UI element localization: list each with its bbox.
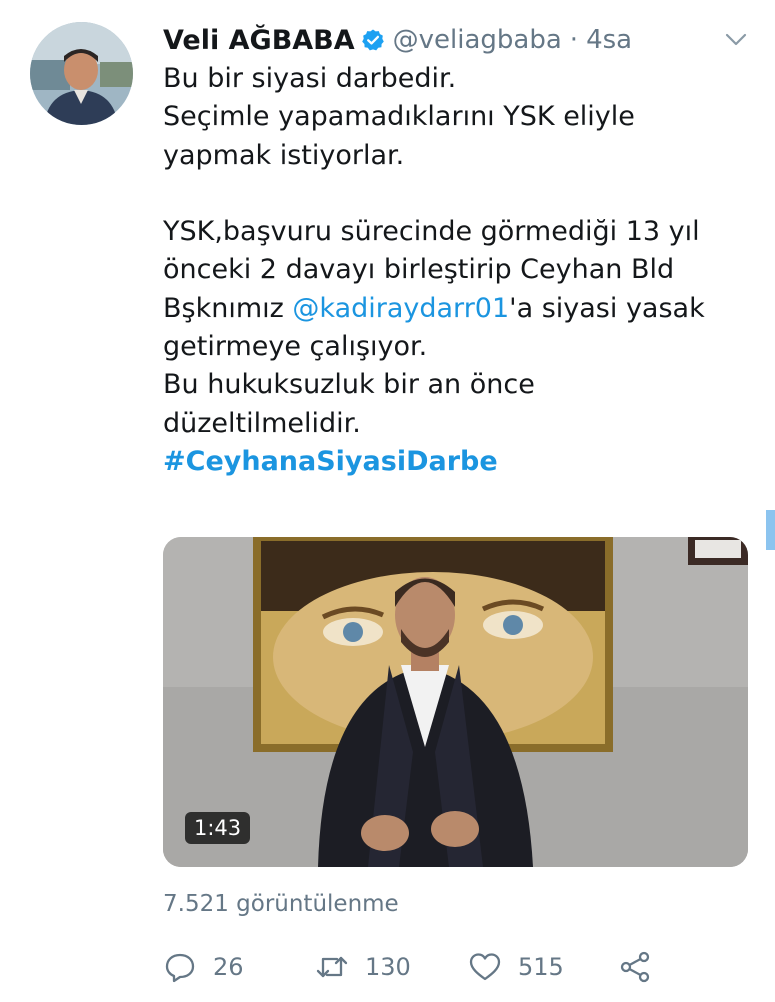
tweet-text-line-with-mention: Bşknımız @kadiraydarr01'a siyasi yasak — [163, 290, 753, 328]
video-player[interactable]: 1:43 — [163, 537, 748, 867]
tweet-text-line: Bu bir siyasi darbedir. — [163, 63, 457, 94]
tweet-text-line: düzeltilmelidir. — [163, 407, 361, 439]
reply-count: 26 — [213, 953, 244, 981]
tweet: Veli AĞBABA @veliagbaba · 4sa Bu bir siy… — [0, 0, 775, 1002]
avatar-image — [30, 22, 133, 125]
scroll-indicator — [766, 510, 775, 550]
reply-button[interactable]: 26 — [163, 945, 244, 989]
view-count: 7.521 görüntülenme — [163, 891, 399, 917]
hashtag-link[interactable]: #CeyhanaSiyasiDarbe — [163, 443, 753, 481]
like-count: 515 — [518, 953, 564, 981]
tweet-timestamp[interactable]: 4sa — [586, 25, 632, 55]
tweet-text-line: getirmeye çalışıyor. — [163, 331, 428, 363]
heart-icon — [469, 953, 501, 981]
tweet-text-line: YSK,başvuru sürecinde görmediği 13 yıl — [163, 216, 700, 248]
tweet-text-line: Seçimle yapamadıklarını YSK eliyle — [163, 101, 635, 133]
verified-badge-icon — [361, 28, 385, 52]
tweet-actions-bar: 26 130 515 — [163, 945, 683, 989]
mention-link[interactable]: @kadiraydarr01 — [292, 293, 509, 324]
retweet-button[interactable]: 130 — [315, 945, 411, 989]
author-handle[interactable]: @veliagbaba — [393, 25, 562, 55]
reply-icon — [165, 953, 195, 983]
tweet-header: Veli AĞBABA @veliagbaba · 4sa — [163, 20, 751, 60]
video-duration-badge: 1:43 — [185, 812, 251, 844]
tweet-text-fragment: Bşknımız — [163, 292, 293, 324]
tweet-text-line: Bu hukuksuzluk bir an önce — [163, 369, 535, 401]
tweet-text-fragment: 'a siyasi yasak — [509, 292, 705, 324]
tweet-text-line: önceki 2 davayı birleştirip Ceyhan Bld — [163, 254, 675, 286]
separator-dot: · — [569, 25, 579, 55]
retweet-count: 130 — [365, 953, 411, 981]
video-thumbnail — [163, 537, 748, 867]
chevron-down-icon[interactable] — [721, 24, 751, 54]
share-icon — [620, 951, 650, 983]
avatar[interactable] — [30, 22, 133, 125]
like-button[interactable]: 515 — [468, 945, 564, 989]
author-name[interactable]: Veli AĞBABA — [163, 25, 355, 56]
share-button[interactable] — [618, 945, 668, 989]
tweet-text-line: yapmak istiyorlar. — [163, 139, 405, 171]
retweet-icon — [316, 956, 348, 978]
tweet-text: Bu bir siyasi darbedir. Seçimle yapamadı… — [163, 60, 753, 481]
